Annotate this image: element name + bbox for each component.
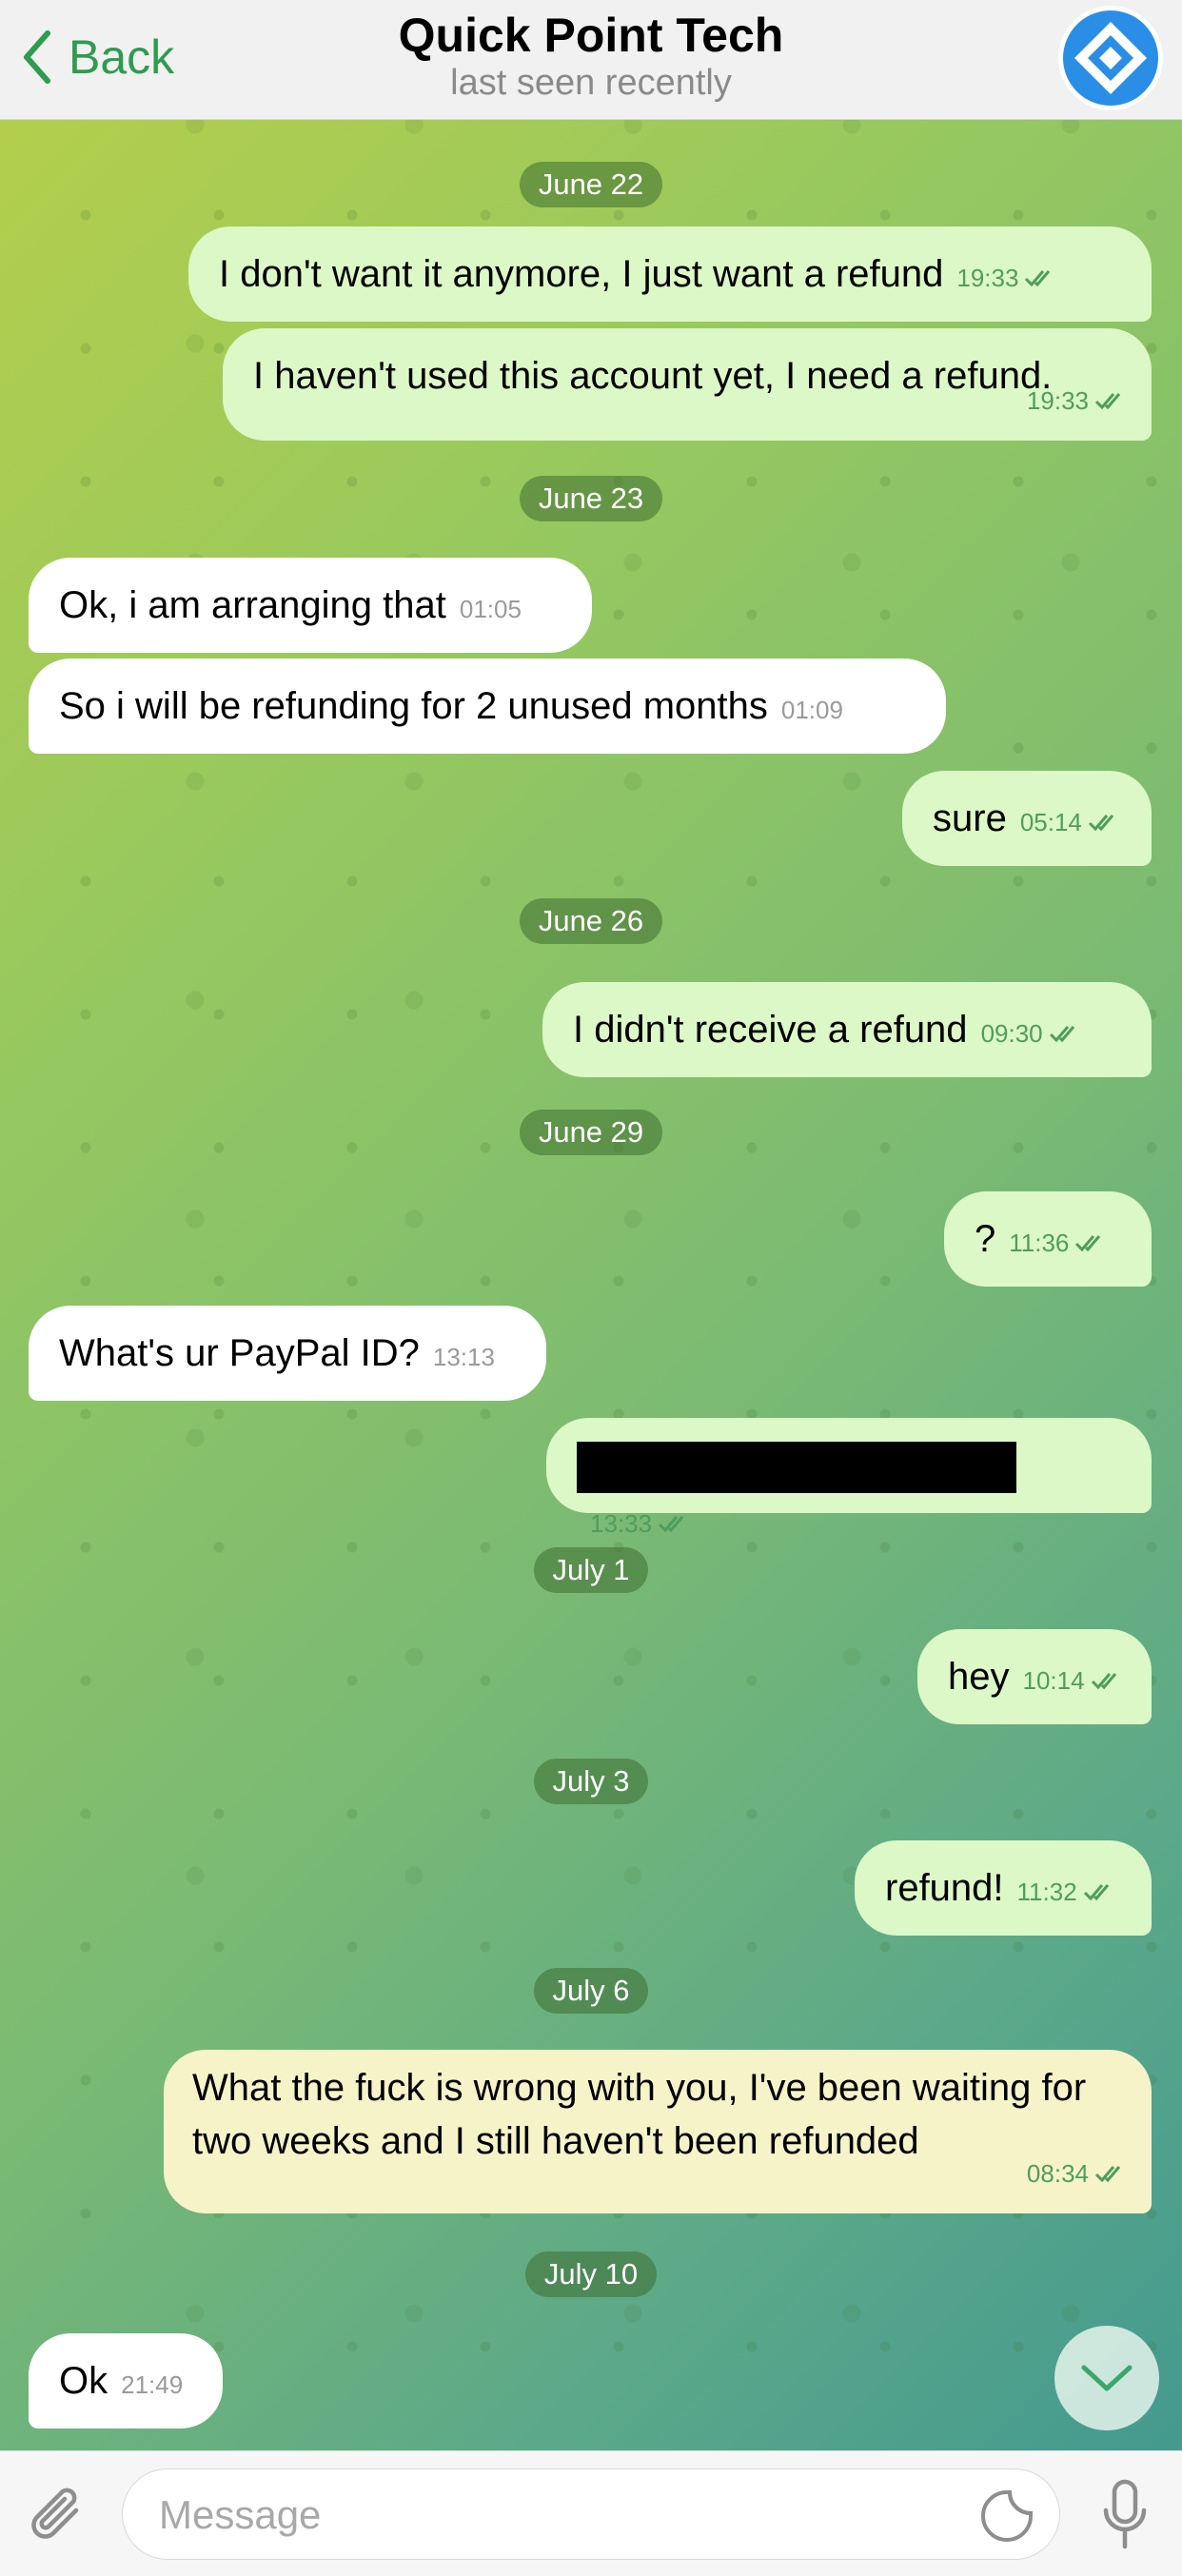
message-outgoing[interactable]: I didn't receive a refund 09:30	[542, 982, 1152, 1077]
date-separator: July 3	[0, 1759, 1182, 1804]
sticker-icon[interactable]	[979, 2488, 1034, 2544]
double-check-icon	[1094, 2166, 1121, 2183]
message-input[interactable]	[157, 2483, 979, 2547]
double-check-icon	[1094, 393, 1121, 410]
message-incoming[interactable]: Ok, i am arranging that 01:05	[29, 558, 592, 653]
date-separator: July 10	[0, 2252, 1182, 2297]
date-separator: June 23	[0, 476, 1182, 521]
message-incoming[interactable]: Ok 21:49	[29, 2333, 223, 2429]
message-outgoing[interactable]: hey 10:14	[917, 1629, 1152, 1724]
paperclip-icon[interactable]	[25, 2482, 95, 2552]
microphone-icon[interactable]	[1100, 2478, 1150, 2552]
redacted-paypal-id	[577, 1442, 1016, 1494]
date-separator: July 1	[0, 1547, 1182, 1593]
double-check-icon	[1025, 270, 1051, 287]
scroll-to-bottom-button[interactable]	[1054, 2326, 1159, 2430]
message-outgoing[interactable]: ? 11:36	[944, 1191, 1152, 1287]
double-check-icon	[1049, 1026, 1074, 1043]
double-check-icon	[1088, 815, 1114, 832]
message-outgoing[interactable]: I haven't used this account yet, I need …	[223, 328, 1152, 441]
message-outgoing[interactable]: refund! 11:32	[855, 1840, 1152, 1936]
message-field[interactable]	[122, 2468, 1060, 2560]
message-outgoing[interactable]: I don't want it anymore, I just want a r…	[188, 226, 1152, 322]
message-incoming[interactable]: What's ur PayPal ID? 13:13	[29, 1306, 546, 1401]
double-check-icon	[1091, 1673, 1116, 1690]
date-separator: June 22	[0, 162, 1182, 207]
double-check-icon	[659, 1516, 684, 1533]
chevron-down-icon	[1081, 2365, 1133, 2391]
message-incoming[interactable]: So i will be refunding for 2 unused mont…	[29, 659, 946, 754]
last-seen-status: last seen recently	[450, 63, 732, 103]
date-separator: June 26	[0, 898, 1182, 944]
message-outgoing[interactable]: sure 05:14	[902, 771, 1152, 866]
date-separator: June 29	[0, 1110, 1182, 1155]
message-outgoing[interactable]: 13:33	[546, 1418, 1152, 1538]
chat-title[interactable]: Quick Point Tech	[0, 8, 1182, 63]
avatar[interactable]	[1058, 6, 1163, 110]
double-check-icon	[1083, 1884, 1109, 1901]
message-outgoing[interactable]: What the fuck is wrong with you, I've be…	[164, 2050, 1152, 2213]
diamond-logo-icon	[1063, 10, 1158, 106]
double-check-icon	[1075, 1235, 1101, 1252]
date-separator: July 6	[0, 1968, 1182, 2014]
chat-header: Back Quick Point Tech last seen recently	[0, 0, 1182, 120]
message-composer	[0, 2450, 1182, 2576]
